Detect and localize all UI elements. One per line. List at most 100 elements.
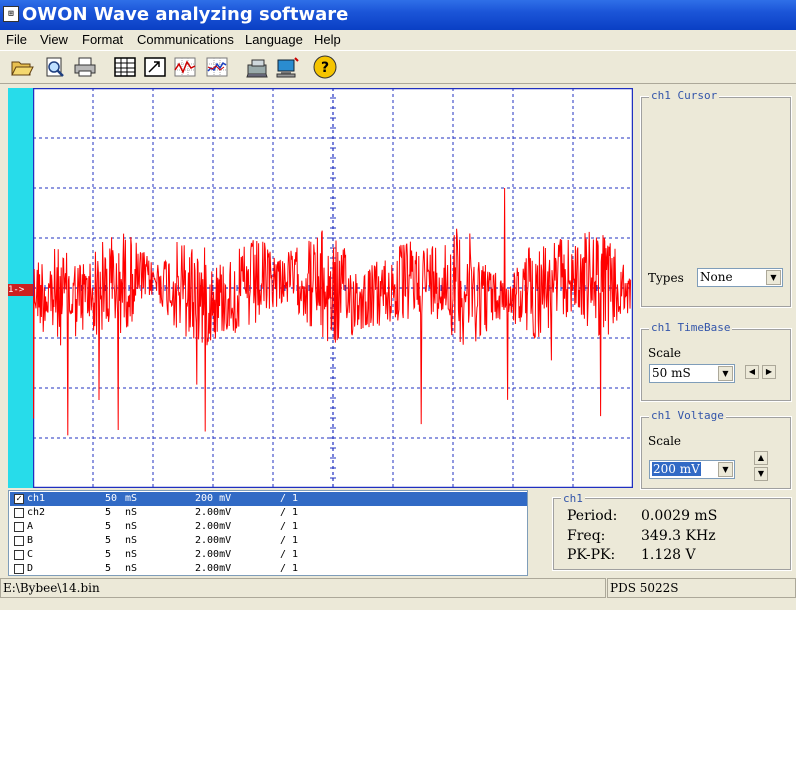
device-icon[interactable] — [244, 55, 270, 79]
channel-timebase-unit: nS — [125, 563, 138, 574]
channel-list: ✓ ch1 50 mS 200 mV / 1 ch2 5 nS 2.00mV / 1 A 5 nS 2.00… — [8, 490, 528, 576]
channel-1-marker[interactable]: 1-> — [8, 284, 33, 296]
chevron-down-icon[interactable]: ▼ — [718, 462, 733, 477]
title-bar: ⊞ OWON Wave analyzing software — [0, 0, 796, 30]
channel-probe: / 1 — [280, 535, 299, 546]
channel-strip: 1-> — [8, 88, 33, 488]
device-text: PDS 5022S — [610, 581, 679, 595]
channel-checkbox[interactable]: ✓ — [14, 494, 24, 504]
channel-checkbox[interactable] — [14, 536, 24, 546]
scope-grid — [32, 87, 634, 489]
voltage-down-arrow-icon[interactable]: ▼ — [754, 467, 768, 481]
timebase-scale-select[interactable]: 50 mS ▼ — [649, 364, 735, 383]
channel-checkbox[interactable] — [14, 522, 24, 532]
connect-icon[interactable] — [274, 55, 300, 79]
chevron-down-icon[interactable]: ▼ — [766, 270, 781, 285]
channel-timebase-number: 5 — [105, 549, 112, 560]
voltage-up-arrow-icon[interactable]: ▲ — [754, 451, 768, 465]
menu-communications[interactable]: Communications — [137, 32, 234, 47]
app-window: ⊞ OWON Wave analyzing software File View… — [0, 0, 796, 610]
channel-checkbox[interactable] — [14, 550, 24, 560]
menu-bar: File View Format Communications Language… — [0, 30, 796, 50]
channel-timebase-number: 5 — [105, 563, 112, 574]
cursor-panel: ch1 Cursor Types None ▼ — [640, 89, 792, 308]
channel-timebase-number: 5 — [105, 535, 112, 546]
channel-voltage: 2.00mV — [195, 563, 232, 574]
channel-timebase-unit: nS — [125, 549, 138, 560]
channel-probe: / 1 — [280, 549, 299, 560]
voltage-legend: ch1 Voltage — [649, 409, 726, 422]
timebase-panel: ch1 TimeBase Scale 50 mS ▼ ◀ ▶ — [640, 321, 792, 402]
channel-name: A — [27, 521, 34, 532]
print-preview-icon[interactable] — [42, 55, 68, 79]
voltage-scale-select[interactable]: 200 mV ▼ — [649, 460, 735, 479]
channel-row[interactable]: D 5 nS 2.00mV / 1 — [10, 562, 527, 576]
menu-format[interactable]: Format — [82, 32, 123, 47]
help-icon[interactable]: ? — [312, 55, 338, 79]
channel-probe: / 1 — [280, 507, 299, 518]
toolbar: ? — [0, 50, 796, 84]
channel-timebase-unit: nS — [125, 521, 138, 532]
timebase-scale-value: 50 mS — [652, 366, 691, 380]
channel-probe: / 1 — [280, 521, 299, 532]
channel-voltage: 2.00mV — [195, 535, 232, 546]
menu-file[interactable]: File — [6, 32, 27, 47]
channel-checkbox[interactable] — [14, 564, 24, 574]
pkpk-label: PK-PK: — [567, 547, 616, 563]
waveform-icon[interactable] — [172, 55, 198, 79]
channel-timebase-number: 50 — [105, 493, 118, 504]
menu-help[interactable]: Help — [314, 32, 341, 47]
channel-row[interactable]: B 5 nS 2.00mV / 1 — [10, 534, 527, 548]
export-icon[interactable] — [142, 55, 168, 79]
voltage-scale-value: 200 mV — [652, 462, 701, 476]
pkpk-value: 1.128 V — [641, 547, 696, 563]
waveform-plot[interactable] — [32, 87, 634, 489]
channel-name: ch2 — [27, 507, 46, 518]
status-device: PDS 5022S — [607, 578, 796, 598]
voltage-panel: ch1 Voltage Scale 200 mV ▼ ▲ ▼ — [640, 409, 792, 490]
table-icon[interactable] — [112, 55, 138, 79]
menu-view[interactable]: View — [40, 32, 68, 47]
app-icon[interactable]: ⊞ — [3, 6, 19, 22]
channel-timebase-unit: nS — [125, 535, 138, 546]
timebase-right-arrow-icon[interactable]: ▶ — [762, 365, 776, 379]
cursor-types-select[interactable]: None ▼ — [697, 268, 783, 287]
timebase-scale-label: Scale — [648, 346, 682, 360]
channel-probe: / 1 — [280, 493, 299, 504]
chevron-down-icon[interactable]: ▼ — [718, 366, 733, 381]
waveform-display[interactable]: 1-> — [8, 87, 634, 489]
status-file-path: E:\Bybee\14.bin — [0, 578, 606, 598]
voltage-scale-label: Scale — [648, 434, 682, 448]
timebase-legend: ch1 TimeBase — [649, 321, 733, 334]
timebase-left-arrow-icon[interactable]: ◀ — [745, 365, 759, 379]
freq-value: 349.3 KHz — [641, 528, 716, 544]
channel-timebase-unit: nS — [125, 507, 138, 518]
channel-voltage: 2.00mV — [195, 549, 232, 560]
channel-row[interactable]: ch2 5 nS 2.00mV / 1 — [10, 506, 527, 520]
fft-icon[interactable] — [204, 55, 230, 79]
channel-timebase-number: 5 — [105, 507, 112, 518]
channel-timebase-number: 5 — [105, 521, 112, 532]
channel-timebase-unit: mS — [125, 493, 138, 504]
open-icon[interactable] — [9, 55, 35, 79]
channel-checkbox[interactable] — [14, 508, 24, 518]
measurement-legend: ch1 — [561, 492, 585, 505]
print-icon[interactable] — [72, 55, 98, 79]
menu-language[interactable]: Language — [245, 32, 303, 47]
svg-text:?: ? — [321, 60, 329, 76]
channel-row[interactable]: C 5 nS 2.00mV / 1 — [10, 548, 527, 562]
measurement-panel: ch1 Period: 0.0029 mS Freq: 349.3 KHz PK… — [552, 492, 792, 571]
channel-voltage: 2.00mV — [195, 507, 232, 518]
channel-voltage: 200 mV — [195, 493, 232, 504]
cursor-legend: ch1 Cursor — [649, 89, 720, 102]
channel-name: B — [27, 535, 34, 546]
channel-row[interactable]: ✓ ch1 50 mS 200 mV / 1 — [10, 492, 527, 506]
period-value: 0.0029 mS — [641, 508, 718, 524]
channel-name: D — [27, 563, 34, 574]
window-title: OWON Wave analyzing software — [22, 4, 349, 25]
channel-row[interactable]: A 5 nS 2.00mV / 1 — [10, 520, 527, 534]
period-label: Period: — [567, 508, 618, 524]
channel-name: ch1 — [27, 493, 46, 504]
channel-probe: / 1 — [280, 563, 299, 574]
channel-voltage: 2.00mV — [195, 521, 232, 532]
